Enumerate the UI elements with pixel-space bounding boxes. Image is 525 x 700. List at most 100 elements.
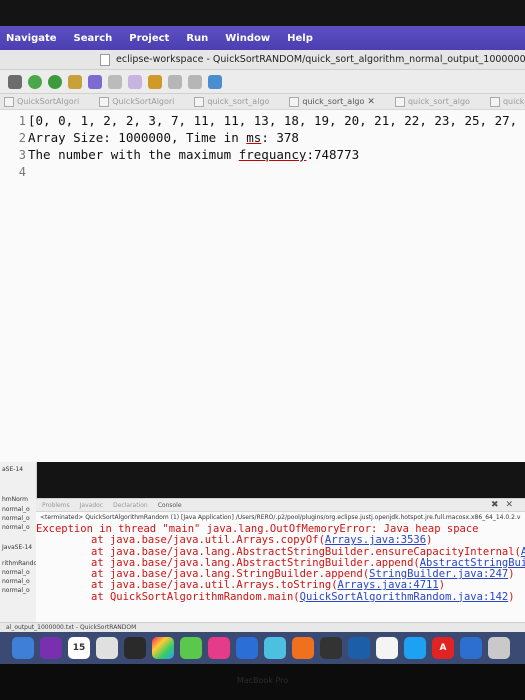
dock: 15 A — [0, 632, 525, 664]
line-text-prefix: The number with the maximum — [28, 147, 239, 162]
trace-text: at java.base/java.lang.AbstractStringBui… — [91, 556, 420, 569]
debug-icon[interactable] — [28, 74, 42, 89]
launchpad-icon[interactable] — [124, 637, 146, 659]
podcasts-icon[interactable] — [40, 637, 62, 659]
package-item[interactable]: JavaSE-14 — [2, 544, 32, 551]
trace-link[interactable]: Ab — [521, 546, 525, 558]
trace-link[interactable]: AbstractStringBuild — [420, 557, 525, 569]
run-icon[interactable] — [48, 74, 62, 89]
app-store-icon[interactable] — [236, 637, 258, 659]
package-item[interactable]: normal_o — [2, 515, 30, 522]
trace-text: at java.base/java.lang.AbstractStringBui… — [91, 545, 521, 558]
console-tabs: Problems Javadoc Declaration Console ✖ ✕ — [36, 499, 525, 512]
new-icon[interactable] — [8, 74, 22, 89]
trace-link[interactable]: QuickSortAlgorithmRandom.java:142 — [300, 591, 509, 603]
trace-text: ) — [508, 590, 515, 603]
trace-text: at QuickSortAlgorithmRandom.main( — [91, 590, 300, 603]
search-icon[interactable] — [108, 74, 122, 89]
close-tab-icon[interactable]: ✕ — [367, 97, 375, 107]
menu-window[interactable]: Window — [225, 33, 270, 44]
messages-icon[interactable] — [180, 637, 202, 659]
tab-console[interactable]: Console — [158, 502, 182, 509]
trace-text: at java.base/java.util.Arrays.copyOf( — [91, 534, 325, 547]
package-item[interactable]: rithmRando — [2, 560, 36, 567]
tab-quicksort-algorithm-2[interactable]: QuickSortAlgori — [99, 96, 174, 107]
calendar-icon[interactable]: 15 — [68, 637, 90, 659]
reminders-icon[interactable] — [96, 637, 118, 659]
pin-editor-icon[interactable] — [208, 74, 222, 89]
external-tools-icon[interactable] — [68, 74, 82, 89]
remove-launch-icon[interactable]: ✖ ✕ — [491, 500, 515, 510]
editor-line: 2 Array Size: 1000000, Time in ms: 378 — [0, 129, 299, 146]
finder-icon[interactable] — [12, 637, 34, 659]
menu-project[interactable]: Project — [129, 33, 169, 44]
trace-link[interactable]: StringBuilder.java:247 — [369, 568, 508, 580]
zoom-icon[interactable] — [348, 637, 370, 659]
editor-line: 4 — [0, 163, 28, 180]
tab-quick-sort-output-4[interactable]: quick_sort_algo — [489, 96, 525, 107]
tab-label: QuickSortAlgori — [17, 97, 80, 106]
forward-icon[interactable] — [188, 74, 202, 89]
twitter-icon[interactable] — [404, 637, 426, 659]
preview-icon[interactable] — [488, 637, 510, 659]
line-text-suffix: :748773 — [306, 147, 360, 162]
music-icon[interactable] — [208, 637, 230, 659]
package-item[interactable]: normal_o — [2, 506, 30, 513]
tab-quick-sort-output-3[interactable]: quick_sort_algo — [394, 96, 470, 107]
menu-search[interactable]: Search — [74, 33, 113, 44]
tab-quick-sort-output-active[interactable]: quick_sort_algo ✕ — [289, 96, 375, 107]
tab-quicksort-algorithm-1[interactable]: QuickSortAlgori — [4, 96, 80, 107]
terminal-icon[interactable] — [320, 637, 342, 659]
open-type-icon[interactable] — [88, 74, 102, 89]
menu-help[interactable]: Help — [287, 33, 313, 44]
line-number: 3 — [18, 147, 26, 162]
status-bar: al_output_1000000.txt - QuickSortRANDOM — [0, 622, 525, 632]
window-title: eclipse-workspace - QuickSortRANDOM/quic… — [116, 54, 525, 65]
tab-label: quick_sort_algo — [407, 97, 470, 106]
editor-tabs: QuickSortAlgori QuickSortAlgori quick_so… — [0, 94, 525, 110]
tab-declaration[interactable]: Declaration — [113, 502, 148, 509]
tab-problems[interactable]: Problems — [42, 502, 70, 509]
text-file-icon — [394, 96, 405, 107]
package-item[interactable]: hmNorm — [2, 496, 28, 503]
maps-icon[interactable] — [264, 637, 286, 659]
editor-line: 3 The number with the maximum frequancy:… — [0, 146, 359, 163]
word-icon[interactable] — [460, 637, 482, 659]
menu-bar: Navigate Search Project Run Window Help — [0, 26, 525, 50]
photos-icon[interactable] — [152, 637, 174, 659]
console-panel: Problems Javadoc Declaration Console ✖ ✕… — [36, 498, 525, 623]
stack-trace-line: at QuickSortAlgorithmRandom.main(QuickSo… — [36, 590, 525, 603]
package-item[interactable]: normal_o — [2, 587, 30, 594]
books-icon[interactable] — [292, 637, 314, 659]
trace-link[interactable]: Arrays.java:3536 — [325, 534, 426, 546]
menu-navigate[interactable]: Navigate — [6, 33, 57, 44]
package-item[interactable]: normal_o — [2, 524, 30, 531]
package-item[interactable]: normal_o — [2, 578, 30, 585]
line-text: [0, 0, 1, 2, 2, 3, 7, 11, 11, 13, 18, 19… — [28, 113, 525, 128]
menu-run[interactable]: Run — [186, 33, 208, 44]
tab-javadoc[interactable]: Javadoc — [80, 502, 103, 509]
tab-label: quick_sort_algo — [302, 97, 365, 106]
notes-icon[interactable] — [376, 637, 398, 659]
annotation-icon[interactable] — [128, 74, 142, 89]
package-explorer: aSE-14 hmNorm normal_o normal_o normal_o… — [0, 462, 37, 630]
line-text-suffix: : 378 — [261, 130, 299, 145]
text-editor-app-icon[interactable]: A — [432, 637, 454, 659]
line-number: 2 — [18, 130, 26, 145]
java-file-icon — [99, 96, 110, 107]
tab-label: quick_sort_algo — [207, 97, 270, 106]
back-icon[interactable] — [168, 74, 182, 89]
trace-link[interactable]: Arrays.java:4711 — [338, 579, 439, 591]
document-icon — [100, 53, 110, 66]
text-editor[interactable]: 1 [0, 0, 1, 2, 2, 3, 7, 11, 11, 13, 18, … — [0, 110, 525, 462]
next-annotation-icon[interactable] — [148, 74, 162, 89]
tab-label: quick_sort_algo — [502, 97, 525, 106]
package-item[interactable]: aSE-14 — [2, 466, 23, 473]
java-file-icon — [4, 96, 14, 107]
text-file-icon — [289, 96, 300, 107]
package-item[interactable]: normal_o — [2, 569, 30, 576]
tab-quick-sort-output-1[interactable]: quick_sort_algo — [194, 96, 270, 107]
line-text-prefix: Array Size: 1000000, Time in — [28, 130, 247, 145]
text-file-icon — [194, 96, 205, 107]
trace-text: at java.base/java.lang.StringBuilder.app… — [91, 568, 370, 581]
